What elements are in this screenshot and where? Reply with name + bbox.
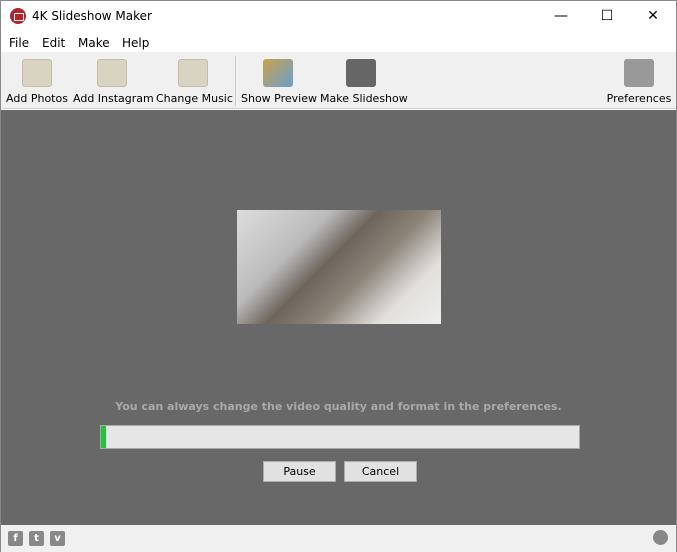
progress-bar bbox=[100, 425, 580, 449]
globe-icon[interactable] bbox=[653, 530, 668, 545]
show-preview-label: Show Preview bbox=[241, 92, 317, 105]
photo-folder-icon bbox=[22, 59, 52, 87]
add-photos-button[interactable]: Add Photos bbox=[5, 52, 69, 109]
main-area: You can always change the video quality … bbox=[1, 110, 676, 525]
clapperboard-icon bbox=[346, 59, 376, 87]
title-bar: 4K Slideshow Maker — ☐ ✕ bbox=[1, 1, 676, 31]
twitter-icon[interactable]: t bbox=[29, 531, 44, 546]
vimeo-icon[interactable]: v bbox=[50, 531, 65, 546]
slide-thumbnail bbox=[237, 210, 441, 324]
cancel-button[interactable]: Cancel bbox=[344, 461, 417, 482]
menu-file[interactable]: File bbox=[9, 36, 29, 50]
toolbar: Add Photos Add Instagram Change Music Sh… bbox=[1, 52, 676, 109]
close-button[interactable]: ✕ bbox=[630, 1, 676, 31]
add-instagram-label: Add Instagram bbox=[73, 92, 154, 105]
add-photos-label: Add Photos bbox=[6, 92, 68, 105]
toolbar-divider bbox=[235, 56, 236, 106]
preferences-label: Preferences bbox=[606, 92, 672, 105]
preview-icon bbox=[263, 59, 293, 87]
window-title: 4K Slideshow Maker bbox=[32, 9, 152, 23]
change-music-label: Change Music bbox=[156, 92, 233, 105]
progress-fill bbox=[101, 426, 106, 448]
minimize-button[interactable]: — bbox=[538, 1, 584, 31]
maximize-button[interactable]: ☐ bbox=[584, 1, 630, 31]
add-instagram-button[interactable]: Add Instagram bbox=[73, 52, 154, 109]
menu-make[interactable]: Make bbox=[78, 36, 110, 50]
status-bar: f t v bbox=[1, 525, 676, 552]
preferences-button[interactable]: Preferences bbox=[606, 52, 672, 109]
menu-edit[interactable]: Edit bbox=[42, 36, 65, 50]
menu-help[interactable]: Help bbox=[122, 36, 149, 50]
make-slideshow-button[interactable]: Make Slideshow bbox=[320, 52, 408, 109]
gear-icon bbox=[624, 59, 654, 87]
show-preview-button[interactable]: Show Preview bbox=[241, 52, 317, 109]
pause-button[interactable]: Pause bbox=[263, 461, 336, 482]
menu-bar: File Edit Make Help bbox=[1, 32, 676, 52]
hint-text: You can always change the video quality … bbox=[115, 400, 562, 413]
facebook-icon[interactable]: f bbox=[8, 531, 23, 546]
change-music-button[interactable]: Change Music bbox=[156, 52, 233, 109]
app-icon bbox=[10, 8, 26, 24]
make-slideshow-label: Make Slideshow bbox=[320, 92, 408, 105]
music-folder-icon bbox=[178, 59, 208, 87]
instagram-folder-icon bbox=[97, 59, 127, 87]
